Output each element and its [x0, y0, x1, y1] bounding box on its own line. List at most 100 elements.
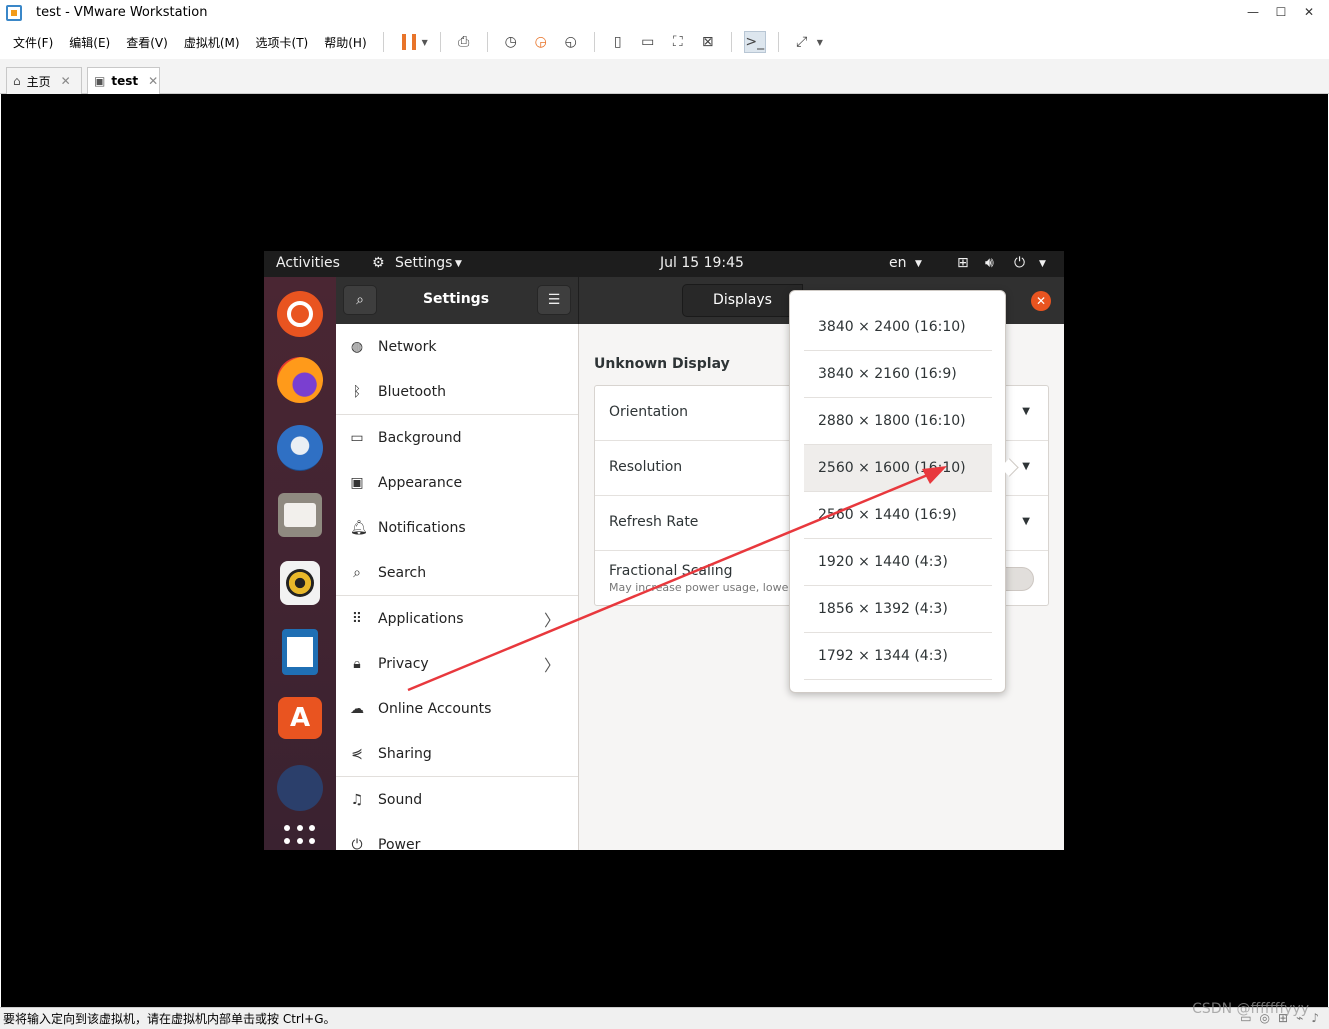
- tab-test[interactable]: ▣ test ✕: [87, 67, 160, 94]
- unity-icon[interactable]: ⊠: [697, 31, 719, 53]
- software-store-icon[interactable]: A: [278, 697, 322, 739]
- resolution-option[interactable]: 3840 × 2400 (16:10): [804, 304, 992, 351]
- sidebar-item-network[interactable]: ◍ Network: [336, 324, 578, 369]
- ubuntu-logo-icon[interactable]: [277, 291, 323, 337]
- hamburger-icon: ☰: [547, 292, 561, 308]
- menu-view[interactable]: 查看(V): [118, 34, 176, 51]
- search-button[interactable]: ⌕: [343, 285, 377, 315]
- chevron-down-icon[interactable]: ▼: [1022, 406, 1030, 417]
- menu-tabs[interactable]: 选项卡(T): [248, 34, 317, 51]
- window-title: test - VMware Workstation: [36, 5, 208, 20]
- tab-displays[interactable]: Displays: [682, 284, 803, 317]
- close-icon[interactable]: ✕: [148, 74, 158, 88]
- library-view-icon[interactable]: ▯: [607, 31, 629, 53]
- vmware-menubar: 文件(F) 编辑(E) 查看(V) 虚拟机(M) 选项卡(T) 帮助(H) ▼ …: [0, 25, 1329, 59]
- thunderbird-icon[interactable]: [277, 425, 323, 471]
- network-wired-icon[interactable]: ⊞: [957, 255, 969, 271]
- share-icon: ⋞: [351, 745, 363, 762]
- activities-button[interactable]: Activities: [276, 255, 340, 271]
- resolution-option[interactable]: 2880 × 1800 (16:10): [804, 398, 992, 445]
- chevron-right-icon: 〉: [543, 655, 560, 675]
- chevron-down-icon[interactable]: ▼: [1039, 259, 1046, 269]
- chevron-down-icon[interactable]: ▼: [817, 38, 823, 47]
- sidebar-item-label: Network: [378, 338, 437, 355]
- sidebar-item-label: Privacy: [378, 655, 429, 672]
- thumbnail-view-icon[interactable]: ▭: [637, 31, 659, 53]
- sidebar-item-label: Online Accounts: [378, 700, 492, 717]
- toolbar-separator: [382, 32, 384, 52]
- sidebar-item-search[interactable]: ⌕ Search: [336, 550, 578, 595]
- chevron-down-icon[interactable]: ▼: [1022, 516, 1030, 527]
- sidebar-item-sharing[interactable]: ⋞ Sharing: [336, 731, 578, 776]
- snapshot-manager-icon[interactable]: ◵: [560, 31, 582, 53]
- tab-label: 主页: [26, 74, 51, 89]
- watermark: CSDN @fffffffyyy: [1192, 1001, 1309, 1017]
- power-icon: ⏻: [351, 836, 363, 851]
- gear-icon: ⚙: [372, 255, 385, 271]
- music-note-icon: ♫: [350, 791, 364, 808]
- gnome-top-bar: Activities ⚙ Settings ▼ Jul 15 19:45 en …: [264, 251, 1064, 277]
- tab-home[interactable]: ⌂ 主页 ✕: [6, 67, 82, 94]
- menu-edit[interactable]: 编辑(E): [61, 34, 118, 51]
- tab-label: test: [111, 74, 139, 88]
- row-label: Fractional Scaling: [609, 563, 733, 579]
- hamburger-menu-button[interactable]: ☰: [537, 285, 571, 315]
- close-icon[interactable]: ✕: [1031, 291, 1051, 311]
- vmware-title-bar: test - VMware Workstation — ☐ ✕: [0, 0, 1329, 25]
- app-menu-button[interactable]: Settings: [395, 255, 452, 271]
- resolution-option[interactable]: 3840 × 2160 (16:9): [804, 351, 992, 398]
- resolution-option[interactable]: 2560 × 1440 (16:9): [804, 492, 992, 539]
- close-icon[interactable]: ✕: [61, 74, 71, 88]
- power-icon[interactable]: ⏻: [1014, 255, 1025, 271]
- stretch-guest-icon[interactable]: ⤢: [791, 31, 813, 53]
- sidebar-item-applications[interactable]: ⠿ Applications 〉: [336, 596, 578, 641]
- sidebar-item-label: Applications: [378, 610, 464, 627]
- settings-sidebar: ◍ Network ᛒ Bluetooth ▭ Background ▣ App…: [336, 324, 579, 850]
- input-method-indicator[interactable]: en: [889, 255, 907, 271]
- maximize-button[interactable]: ☐: [1267, 0, 1295, 25]
- libreoffice-writer-icon[interactable]: [282, 629, 318, 675]
- resolution-option[interactable]: 1920 × 1440 (4:3): [804, 539, 992, 586]
- sidebar-item-appearance[interactable]: ▣ Appearance: [336, 460, 578, 505]
- minimize-button[interactable]: —: [1239, 0, 1267, 25]
- close-window-button[interactable]: ✕: [1295, 0, 1323, 25]
- help-icon[interactable]: [277, 765, 323, 811]
- sidebar-item-sound[interactable]: ♫ Sound: [336, 777, 578, 822]
- files-icon[interactable]: [278, 493, 322, 537]
- vmware-status-bar: 要将输入定向到该虚拟机，请在虚拟机内部单击或按 Ctrl+G。 ▭ ◎ ⊞ ⌁ …: [0, 1007, 1329, 1029]
- sidebar-item-notifications[interactable]: 🔔︎ Notifications: [336, 505, 578, 550]
- rhythmbox-icon[interactable]: [280, 561, 320, 605]
- chevron-down-icon[interactable]: ▼: [1022, 461, 1030, 472]
- sidebar-item-power[interactable]: ⏻ Power: [336, 822, 578, 851]
- row-label: Resolution: [609, 459, 683, 475]
- chevron-down-icon[interactable]: ▼: [422, 38, 428, 47]
- clock[interactable]: Jul 15 19:45: [660, 255, 744, 271]
- menu-help[interactable]: 帮助(H): [316, 34, 374, 51]
- sidebar-item-bluetooth[interactable]: ᛒ Bluetooth: [336, 369, 578, 414]
- sidebar-item-label: Notifications: [378, 519, 466, 536]
- volume-icon[interactable]: 🔊︎: [985, 255, 994, 271]
- menu-file[interactable]: 文件(F): [5, 34, 61, 51]
- bluetooth-icon: ᛒ: [352, 383, 362, 400]
- sidebar-item-privacy[interactable]: 🔒︎ Privacy 〉: [336, 641, 578, 686]
- sidebar-item-background[interactable]: ▭ Background: [336, 415, 578, 460]
- console-view-icon[interactable]: >_: [743, 31, 766, 53]
- sidebar-item-label: Sound: [378, 791, 423, 808]
- fullscreen-icon[interactable]: ⛶: [667, 31, 689, 53]
- resolution-option[interactable]: 2560 × 1600 (16:10): [804, 445, 992, 492]
- search-icon: ⌕: [353, 564, 361, 581]
- toolbar-separator: [777, 32, 779, 52]
- snapshot-icon[interactable]: ◷: [500, 31, 522, 53]
- resolution-option[interactable]: 1856 × 1392 (4:3): [804, 586, 992, 633]
- revert-snapshot-icon[interactable]: ◶: [530, 31, 552, 53]
- resolution-option[interactable]: 1792 × 1344 (4:3): [804, 633, 992, 680]
- menu-vm[interactable]: 虚拟机(M): [176, 34, 248, 51]
- row-label: Refresh Rate: [609, 514, 699, 530]
- sidebar-item-online-accounts[interactable]: ☁ Online Accounts: [336, 686, 578, 731]
- send-ctrl-alt-del-icon[interactable]: ⎙: [453, 31, 475, 53]
- toolbar-separator: [439, 32, 441, 52]
- firefox-icon[interactable]: [277, 357, 323, 403]
- show-applications-icon[interactable]: [284, 825, 316, 850]
- sound-card-icon[interactable]: ♪: [1311, 1011, 1319, 1025]
- pause-icon[interactable]: [401, 34, 416, 50]
